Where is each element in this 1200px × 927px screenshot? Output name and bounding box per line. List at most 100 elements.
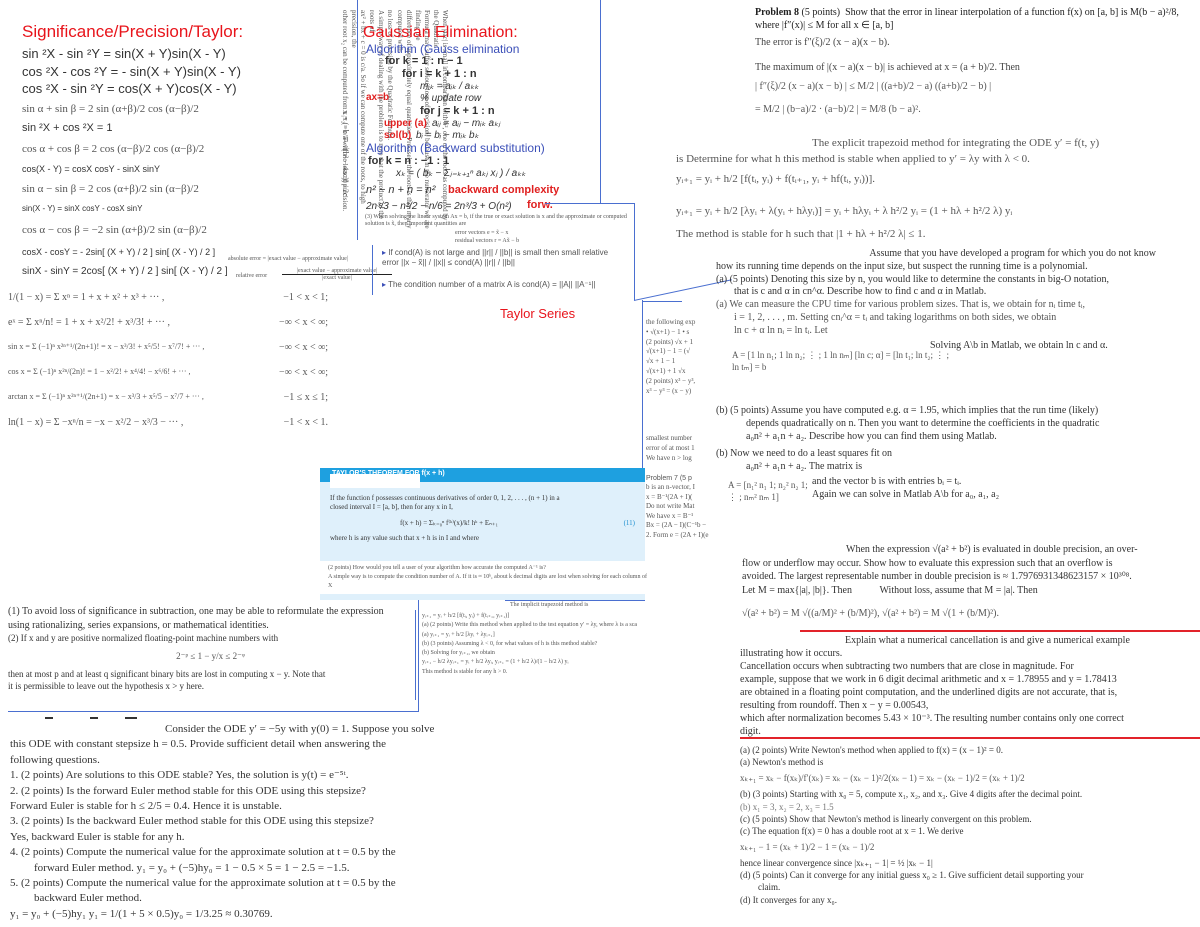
runtime-line: a₀n² + a₁n + a₂. Describe how you can fi… xyxy=(746,431,997,442)
newton-line: hence linear convergence since |xₖ₊₁ − 1… xyxy=(740,858,933,869)
linear-system-note: (3) When solving the linear system Ax = … xyxy=(365,214,627,227)
taylor-series-list: 1/(1 − x) = Σ xⁿ = 1 + x + x² + x³ + ···… xyxy=(8,292,328,428)
series-row: ln(1 − x) = Σ −xⁿ/n = −x − x²/2 − x³/3 −… xyxy=(8,417,328,428)
identity: cos α − cos β = −2 sin (α+β)/2 sin (α−β)… xyxy=(22,223,207,236)
fragment: x = B⁻¹(2A + I)( xyxy=(646,492,693,501)
note-line: using rationalizing, series expansions, … xyxy=(8,619,269,631)
trapezoid-line: is Determine for what h this method is s… xyxy=(676,153,1030,165)
bullet-icon: ▸ xyxy=(382,280,387,289)
runtime-b-answer: and the vector b is with entries bᵢ = tᵢ… xyxy=(812,475,999,501)
relative-error-denominator: |exact value| xyxy=(322,275,352,281)
newton-line: (c) (5 points) Show that Newton's method… xyxy=(740,813,1032,824)
ode-line: 3. (2 points) Is the backward Euler meth… xyxy=(10,815,374,828)
fragment: Bx = (2A − I)(C⁻¹b − xyxy=(646,521,707,530)
problem-8-line: The maximum of |(x − a)(x − b)| is achie… xyxy=(755,62,1020,73)
cancellation-line: Explain what a numerical cancellation is… xyxy=(845,635,1130,646)
fragment: We have n > log xyxy=(646,453,692,462)
accuracy-question: (2 points) How would you tell a user of … xyxy=(320,561,660,594)
relative-error-numerator: |exact value − approximate value| xyxy=(282,268,392,275)
code-line: xₖ = ( bₖ − Σⱼ₌ₖ₊₁ⁿ aₖⱼ xⱼ ) / aₖₖ xyxy=(396,168,526,179)
divider xyxy=(8,711,418,712)
code-line: for k = n : −1 : 1 xyxy=(368,155,450,167)
cancellation-line: Cancellation occurs when subtracting two… xyxy=(740,661,1074,672)
implicit-trap-problem: yᵢ₊₁ = yᵢ + h/2 [f(tᵢ, yᵢ) + f(tᵢ₊₁, yᵢ₊… xyxy=(422,612,742,677)
note-line: (2) If x and y are positive normalized f… xyxy=(8,633,279,643)
clipped-fragments-c: Problem 7 (5 p b is an n-vector, I x = B… xyxy=(646,474,714,540)
ode-line: following questions. xyxy=(10,753,100,766)
fragment: error of at most 1 xyxy=(646,443,695,452)
equation-number: (11) xyxy=(623,518,635,527)
identity: sinX - sinY = 2cos[ (X + Y) / 2 ] sin[ (… xyxy=(22,265,228,277)
ode-line: forward Euler method. y₁ = y₀ + (−5)hy₀ … xyxy=(34,861,350,874)
overflow-line: avoided. The largest representable numbe… xyxy=(742,571,1132,582)
dash-mark xyxy=(45,717,53,719)
complexity-back-label: backward complexity xyxy=(448,184,560,196)
runtime-line: (b) Now we need to do a least squares fi… xyxy=(716,448,893,459)
bullet-icon: ▸ xyxy=(382,248,387,257)
fragment: • √(x+1) − 1 • s xyxy=(646,327,690,336)
divider xyxy=(415,610,416,700)
trig-identities: sin ²X - sin ²Y = sin(X + Y)sin(X - Y) c… xyxy=(22,44,241,278)
runtime-line: ln c + α ln nᵢ = ln tᵢ. Let xyxy=(734,324,828,336)
complexity-forw-label: forw. xyxy=(527,199,553,211)
code-line: for k = 1 : n − 1 xyxy=(385,55,463,67)
newton-line: (a) (2 points) Write Newton's method whe… xyxy=(740,745,1003,755)
newton-line: (b) (3 points) Starting with x₀ = 5, com… xyxy=(740,789,1083,800)
cancellation-line: example, suppose that we work in 6 digit… xyxy=(740,674,1117,685)
code-line: mᵢₖ = aᵢₖ / aₖₖ xyxy=(420,81,479,92)
algorithm-gauss-title: Algorithm (Gauss elimination xyxy=(366,42,520,56)
note-line: ax² + bx + c = 0 is c/a. So if we can co… xyxy=(350,10,368,204)
runtime-line: (a) (5 points) Denoting this size by n, … xyxy=(716,273,1109,285)
series-range: −1 ≤ x ≤ 1; xyxy=(283,392,328,403)
problem-8-line: = M/2 | (b−a)/2 · (a−b)/2 | = M/8 (b − a… xyxy=(755,104,921,115)
complexity-back: n² − n + n = n² xyxy=(366,184,436,196)
redaction-block xyxy=(330,474,420,488)
divider xyxy=(418,600,419,712)
fragment: x³ − y³ = (x − y) xyxy=(646,386,692,395)
identity: cos α + cos β = 2 cos (α−β)/2 cos (α−β)/… xyxy=(22,143,205,156)
label-sol: sol(b) xyxy=(384,130,412,141)
identity: sin ²X + cos ²X = 1 xyxy=(22,121,113,134)
ode-line: 2. (2 points) Is the forward Euler metho… xyxy=(10,784,366,797)
ode-line: y₁ = y₀ + (−5)hy₁ y₁ = 1/(1 + 5 × 0.5)y₀… xyxy=(10,907,273,920)
code-line: bᵢ = bᵢ − mᵢₖ bₖ xyxy=(416,130,479,141)
overflow-problem: When the expression √(a² + b²) is evalua… xyxy=(742,543,1192,621)
matrix-a-equation: A = [1 ln n₁; 1 ln n₂; ⋮ ; 1 ln nₘ] [ln … xyxy=(732,350,950,372)
trapezoid-title: The explicit trapezoid method for integr… xyxy=(812,137,1100,149)
series-row: arctan x = Σ (−1)ⁿ x²ⁿ⁺¹/(2n+1) = x − x³… xyxy=(8,392,328,403)
divider xyxy=(634,203,635,300)
error-vectors: error vectors e = x̃ − x xyxy=(455,230,509,236)
divider xyxy=(372,245,373,295)
implicit-trap-line: (a) (2 points) Write this method when ap… xyxy=(422,622,638,629)
identity: cosX - cosY = - 2sin[ (X + Y) / 2 ] sin[… xyxy=(22,247,216,258)
taylor-theorem-header: TAYLOR'S THEOREM FOR f(x + h) xyxy=(320,468,645,488)
section-title-gaussian: Gaussian Elimination: xyxy=(363,24,518,41)
fragment: (2 points) x³ − y³, xyxy=(646,376,696,385)
series-range: −1 < x < 1. xyxy=(283,417,328,428)
fragment: √(x+1) − 1 = (√ xyxy=(646,347,691,356)
fragment: √x + 1 − 1 xyxy=(646,357,676,366)
ode-line: this ODE with constant stepsize h = 0.5.… xyxy=(10,738,386,751)
series-formula: eˣ = Σ xⁿ/n! = 1 + x + x²/2! + x³/3! + ·… xyxy=(8,317,170,328)
trapezoid-line: The method is stable for h such that |1 … xyxy=(676,228,926,240)
problem-8-line: | f″(ξ)/2 (x − a)(x − b) | ≤ M/2 | ((a+b… xyxy=(755,81,992,92)
problem-8-statement: Problem 8 (5 points) Show that the error… xyxy=(755,7,1179,31)
matrix-b: A = [n₁² n₁ 1; n₂² n₂ 1; ⋮ ; nₘ² nₘ 1] xyxy=(728,480,808,502)
algorithm-backsub-title: Algorithm (Backward substitution) xyxy=(366,141,545,155)
implicit-trap-line: This method is stable for any h > 0. xyxy=(422,668,508,675)
dash-mark xyxy=(90,717,98,719)
series-row: cos x = Σ (−1)ⁿ x²ⁿ/(2n)! = 1 − x²/2! + … xyxy=(8,367,328,378)
divider xyxy=(600,0,601,203)
runtime-problem: Assume that you have developed a program… xyxy=(716,248,1156,338)
overflow-line: √(a² + b²) = M √((a/M)² + (b/M)²), √(a² … xyxy=(742,608,1000,619)
series-row: 1/(1 − x) = Σ xⁿ = 1 + x + x² + x³ + ···… xyxy=(8,292,328,303)
dash-mark xyxy=(125,717,137,719)
fragment: Do not write Mat xyxy=(646,502,695,511)
ode-line: 4. (2 points) Compute the numerical valu… xyxy=(10,846,396,859)
question: (2 points) How would you tell a user of … xyxy=(328,565,546,571)
fragment: We have x = B⁻¹ xyxy=(646,511,694,520)
fragment: b is an n-vector, I xyxy=(646,483,695,492)
newton-line: (a) Newton's method is xyxy=(740,757,824,768)
overflow-line: When the expression √(a² + b²) is evalua… xyxy=(846,544,1138,555)
cancellation-line: which after normalization becomes 5.43 ×… xyxy=(740,713,1124,724)
